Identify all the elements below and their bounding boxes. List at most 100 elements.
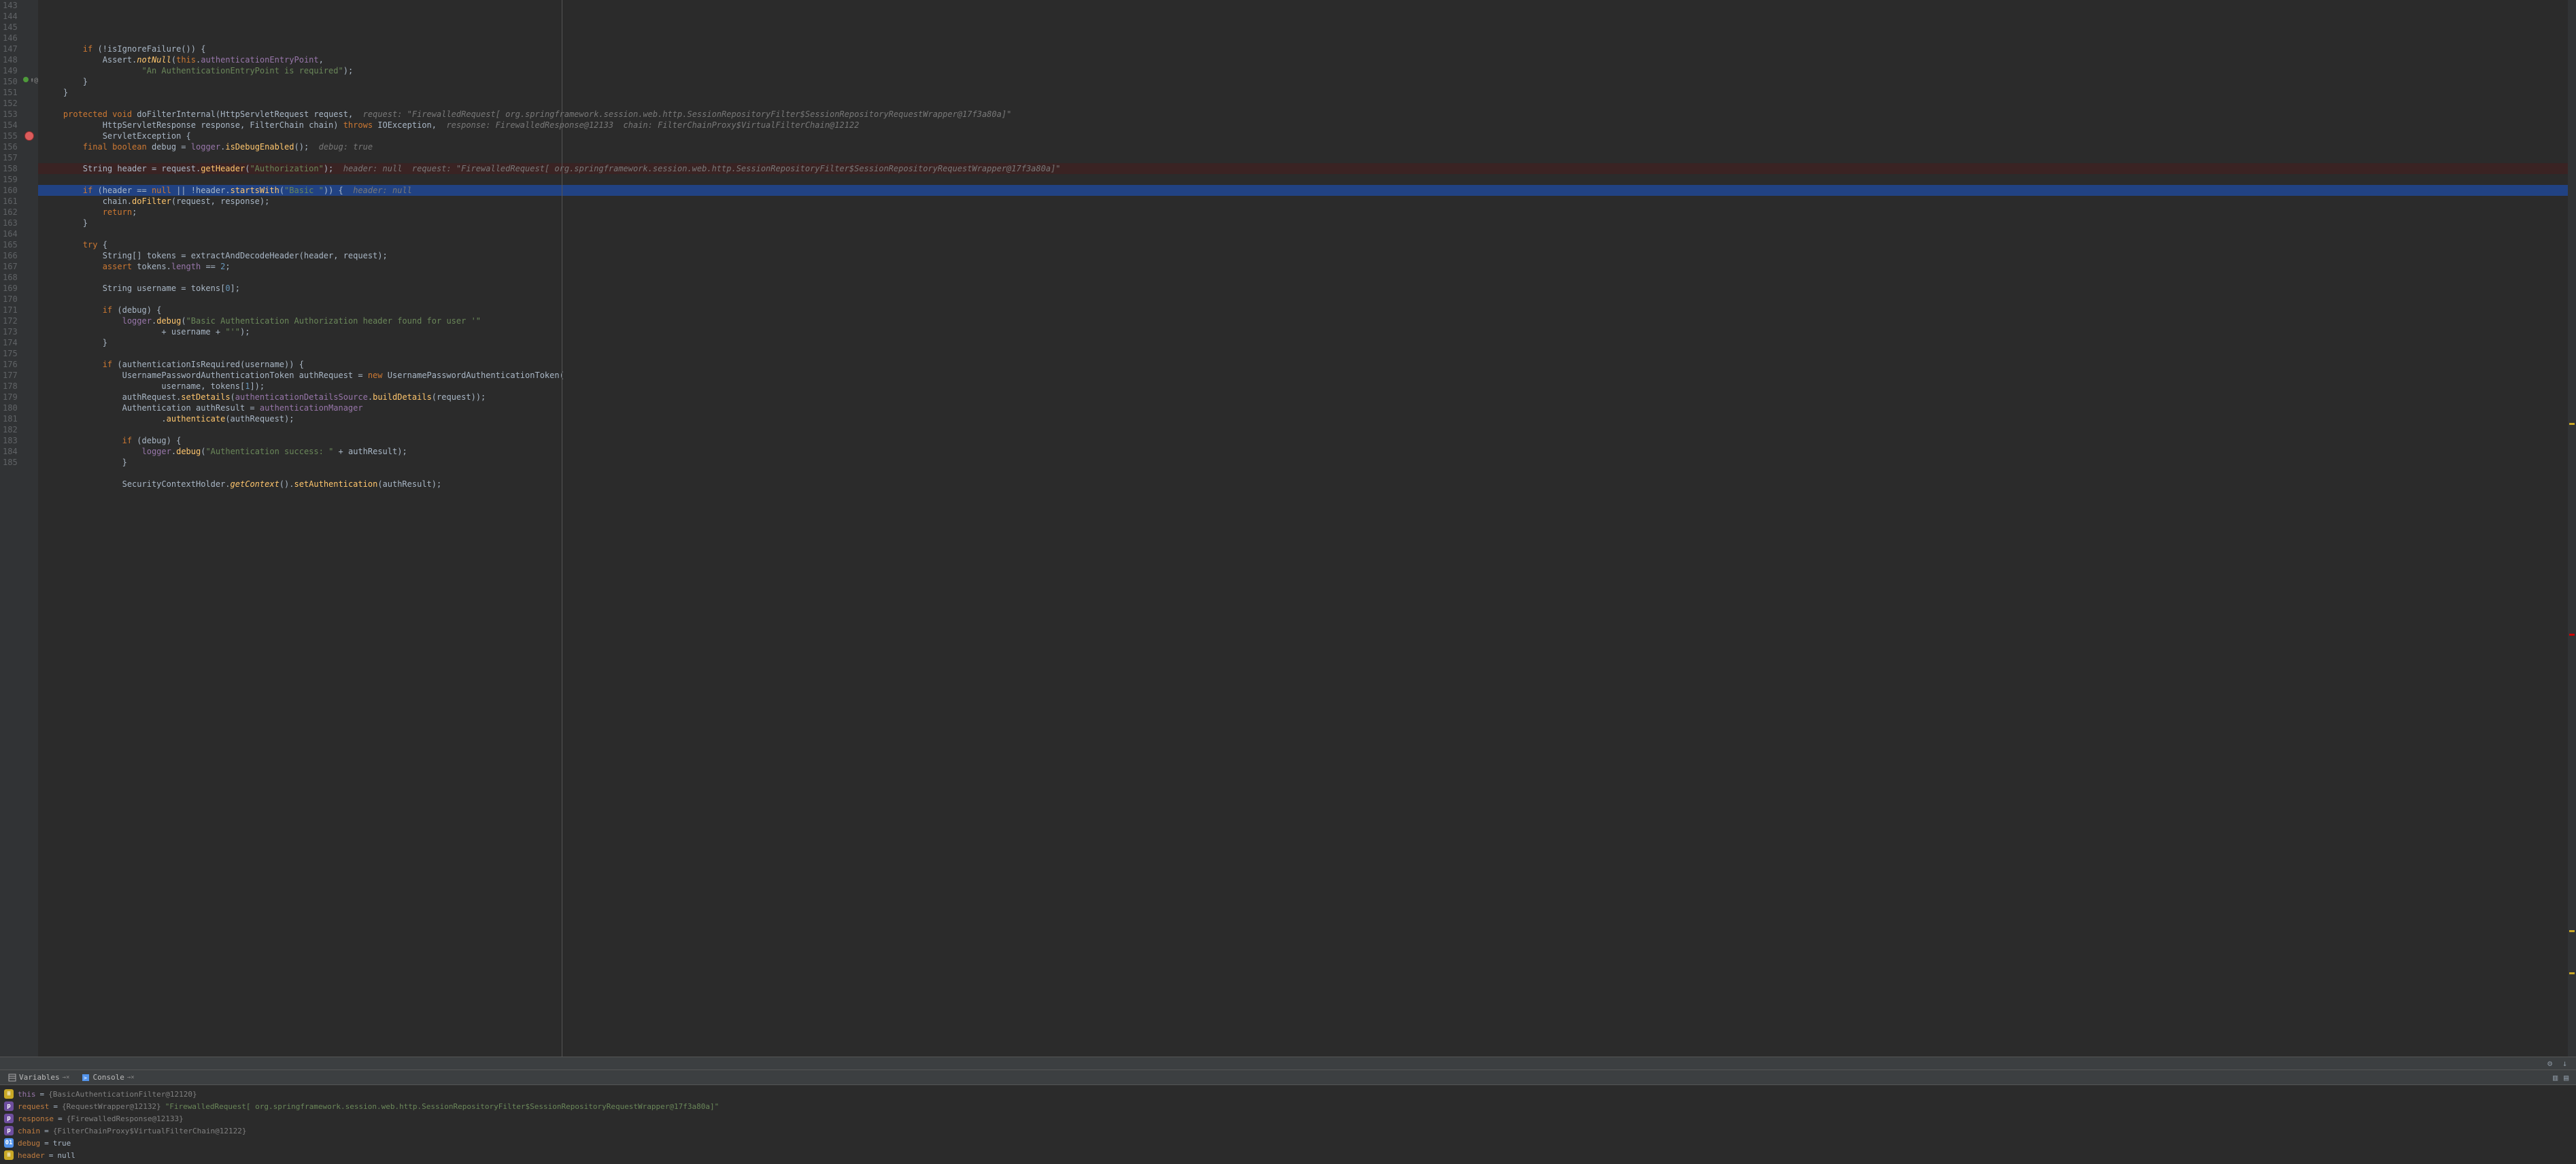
code-line[interactable]: if (authenticationIsRequired(username)) … [38, 359, 2568, 370]
code-line[interactable]: "An AuthenticationEntryPoint is required… [38, 65, 2568, 76]
code-line[interactable] [38, 424, 2568, 435]
line-number[interactable]: 175 [3, 348, 16, 359]
line-number[interactable]: 154 [3, 120, 16, 131]
line-number[interactable]: 160 [3, 185, 16, 196]
line-number[interactable]: 169 [3, 283, 16, 294]
pin-icon[interactable]: →× [63, 1074, 70, 1081]
code-line[interactable]: UsernamePasswordAuthenticationToken auth… [38, 370, 2568, 381]
stripe-warn-icon[interactable] [2569, 423, 2575, 425]
code-line[interactable]: .authenticate(authRequest); [38, 413, 2568, 424]
code-line[interactable]: final boolean debug = logger.isDebugEnab… [38, 141, 2568, 152]
line-number[interactable]: 149 [3, 65, 16, 76]
line-number-gutter[interactable]: 1431441451461471481491501511521531541551… [0, 0, 22, 1057]
code-line[interactable]: if (debug) { [38, 435, 2568, 446]
code-line[interactable]: assert tokens.length == 2; [38, 261, 2568, 272]
code-line[interactable] [38, 348, 2568, 359]
line-number[interactable]: 174 [3, 337, 16, 348]
code-line[interactable]: authRequest.setDetails(authenticationDet… [38, 392, 2568, 403]
line-number[interactable]: 168 [3, 272, 16, 283]
code-line[interactable]: String header = request.getHeader("Autho… [38, 163, 2568, 174]
code-line[interactable]: String username = tokens[0]; [38, 283, 2568, 294]
line-number[interactable]: 178 [3, 381, 16, 392]
code-line[interactable]: SecurityContextHolder.getContext().setAu… [38, 479, 2568, 490]
marker-column[interactable]: ⬆@ [22, 0, 38, 1057]
line-number[interactable]: 148 [3, 54, 16, 65]
line-number[interactable]: 161 [3, 196, 16, 207]
line-number[interactable]: 163 [3, 218, 16, 228]
code-line[interactable]: + username + "'"); [38, 326, 2568, 337]
stripe-warn-icon[interactable] [2569, 972, 2575, 974]
line-number[interactable]: 152 [3, 98, 16, 109]
line-number[interactable]: 183 [3, 435, 16, 446]
line-number[interactable]: 164 [3, 228, 16, 239]
code-line[interactable]: } [38, 457, 2568, 468]
line-number[interactable]: 159 [3, 174, 16, 185]
code-line[interactable]: if (debug) { [38, 305, 2568, 315]
variable-row[interactable]: 01debug = true [4, 1137, 2572, 1149]
error-stripe[interactable] [2568, 0, 2576, 1057]
line-number[interactable]: 177 [3, 370, 16, 381]
override-icon[interactable]: ⬆@ [30, 77, 38, 84]
line-number[interactable]: 156 [3, 141, 16, 152]
code-line[interactable] [38, 294, 2568, 305]
line-number[interactable]: 147 [3, 44, 16, 54]
line-number[interactable]: 185 [3, 457, 16, 468]
code-line[interactable]: logger.debug("Authentication success: " … [38, 446, 2568, 457]
line-number[interactable]: 150 [3, 76, 16, 87]
hide-icon[interactable]: ↓ [2562, 1059, 2572, 1068]
variables-pane[interactable]: ≡this = {BasicAuthenticationFilter@12120… [0, 1085, 2576, 1164]
line-number[interactable]: 162 [3, 207, 16, 218]
line-number[interactable]: 176 [3, 359, 16, 370]
code-area[interactable]: if (!isIgnoreFailure()) { Assert.notNull… [38, 0, 2568, 1057]
layout-icon[interactable]: ▥ [2553, 1073, 2562, 1082]
line-number[interactable]: 145 [3, 22, 16, 33]
code-line[interactable]: logger.debug("Basic Authentication Autho… [38, 315, 2568, 326]
line-number[interactable]: 170 [3, 294, 16, 305]
line-number[interactable]: 155 [3, 131, 16, 141]
code-line[interactable]: Authentication authResult = authenticati… [38, 403, 2568, 413]
breakpoint-icon[interactable] [24, 131, 34, 141]
line-number[interactable]: 146 [3, 33, 16, 44]
code-line[interactable]: username, tokens[1]); [38, 381, 2568, 392]
code-line[interactable]: HttpServletResponse response, FilterChai… [38, 120, 2568, 131]
stripe-warn-icon[interactable] [2569, 930, 2575, 932]
variable-row[interactable]: prequest = {RequestWrapper@12132} "Firew… [4, 1100, 2572, 1112]
code-line[interactable]: return; [38, 207, 2568, 218]
line-number[interactable]: 144 [3, 11, 16, 22]
line-number[interactable]: 158 [3, 163, 16, 174]
line-number[interactable]: 180 [3, 403, 16, 413]
code-line[interactable] [38, 152, 2568, 163]
line-number[interactable]: 153 [3, 109, 16, 120]
line-number[interactable]: 171 [3, 305, 16, 315]
layout-icon[interactable]: ▤ [2564, 1073, 2573, 1082]
line-number[interactable]: 181 [3, 413, 16, 424]
code-line[interactable]: } [38, 337, 2568, 348]
pin-icon[interactable]: →× [127, 1074, 135, 1081]
code-line[interactable] [38, 228, 2568, 239]
code-line[interactable] [38, 98, 2568, 109]
line-number[interactable]: 167 [3, 261, 16, 272]
variable-row[interactable]: ≡header = null [4, 1149, 2572, 1161]
stripe-error-icon[interactable] [2569, 634, 2575, 636]
variable-row[interactable]: presponse = {FirewalledResponse@12133} [4, 1112, 2572, 1125]
line-number[interactable]: 157 [3, 152, 16, 163]
line-number[interactable]: 182 [3, 424, 16, 435]
gear-icon[interactable]: ⚙ [2547, 1059, 2557, 1068]
code-line[interactable] [38, 468, 2568, 479]
line-number[interactable]: 179 [3, 392, 16, 403]
code-line[interactable] [38, 174, 2568, 185]
code-line[interactable]: if (!isIgnoreFailure()) { [38, 44, 2568, 54]
variable-row[interactable]: pchain = {FilterChainProxy$VirtualFilter… [4, 1125, 2572, 1137]
code-line[interactable]: if (header == null || !header.startsWith… [38, 185, 2568, 196]
code-line[interactable]: Assert.notNull(this.authenticationEntryP… [38, 54, 2568, 65]
variable-row[interactable]: ≡this = {BasicAuthenticationFilter@12120… [4, 1088, 2572, 1100]
code-line[interactable] [38, 490, 2568, 500]
line-number[interactable]: 184 [3, 446, 16, 457]
tab-console[interactable]: > Console →× [76, 1072, 139, 1083]
line-number[interactable]: 165 [3, 239, 16, 250]
code-line[interactable]: chain.doFilter(request, response); [38, 196, 2568, 207]
line-number[interactable]: 143 [3, 0, 16, 11]
code-line[interactable]: String[] tokens = extractAndDecodeHeader… [38, 250, 2568, 261]
code-line[interactable]: } [38, 87, 2568, 98]
code-line[interactable] [38, 272, 2568, 283]
